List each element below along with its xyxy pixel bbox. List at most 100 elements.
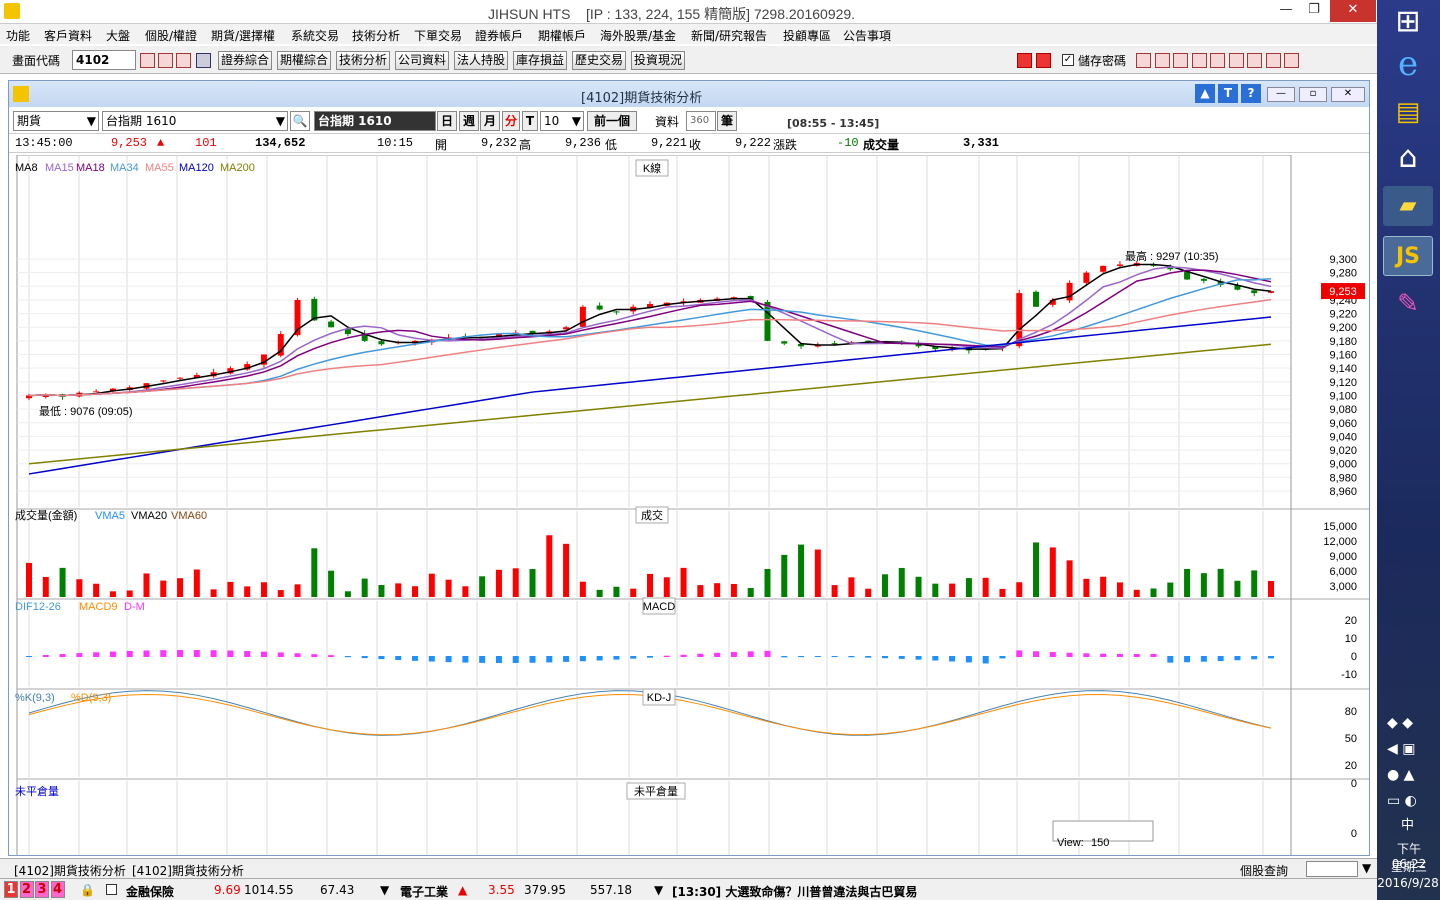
toolbar-button-3[interactable]: 公司資料 bbox=[395, 51, 450, 70]
news-headline[interactable]: [13:30] 大選致命傷？川普曾違法與古巴貿易 bbox=[672, 883, 917, 900]
tab-2[interactable]: [4102]期貨技術分析 bbox=[132, 862, 244, 879]
menu-item-5[interactable]: 系統交易 bbox=[291, 27, 339, 44]
jihsun-app-icon[interactable]: JS bbox=[1383, 236, 1433, 276]
close-button[interactable]: ✕ bbox=[1330, 0, 1376, 22]
menu-item-3[interactable]: 個股/權證 bbox=[145, 27, 197, 44]
period-button-0[interactable]: 日 bbox=[437, 111, 457, 131]
scissors-icon[interactable] bbox=[1265, 53, 1281, 68]
period-button-2[interactable]: 月 bbox=[480, 111, 500, 131]
lock-icon[interactable]: 🔒 bbox=[80, 883, 95, 897]
menu-item-7[interactable]: 下單交易 bbox=[414, 27, 462, 44]
macd-bar bbox=[143, 650, 150, 657]
search-icon[interactable] bbox=[140, 53, 155, 68]
copy-icon[interactable] bbox=[1191, 53, 1207, 68]
candle-body bbox=[596, 305, 603, 310]
minimize-button[interactable]: — bbox=[1272, 0, 1300, 22]
quote-change: 101 bbox=[195, 136, 217, 150]
menu-item-8[interactable]: 證券帳戶 bbox=[475, 27, 523, 44]
inner-close-button[interactable]: ✕ bbox=[1331, 87, 1365, 102]
page-button-4[interactable]: 4 bbox=[50, 881, 65, 898]
dropdown-icon[interactable] bbox=[196, 53, 211, 68]
print-icon[interactable] bbox=[1173, 53, 1188, 68]
template-icon[interactable]: T bbox=[1218, 84, 1238, 103]
code-input[interactable]: 4102 bbox=[72, 50, 136, 70]
home-icon[interactable]: ⌂ bbox=[1383, 138, 1433, 178]
candle-body bbox=[1100, 265, 1107, 272]
file-explorer-icon[interactable]: ▤ bbox=[1383, 92, 1433, 132]
save-password-checkbox[interactable]: ✓ bbox=[1062, 54, 1074, 66]
toolbar-button-1[interactable]: 期權綜合 bbox=[277, 51, 332, 70]
arrow-left-icon[interactable] bbox=[1017, 53, 1032, 68]
up-arrow-icon[interactable]: ▲ bbox=[1195, 84, 1215, 103]
data-count-input[interactable]: 360 bbox=[686, 111, 716, 131]
grid-icon[interactable] bbox=[1228, 53, 1244, 68]
toolbar-button-6[interactable]: 歷史交易 bbox=[572, 51, 627, 70]
export-icon[interactable] bbox=[1284, 53, 1299, 68]
toolbar-button-4[interactable]: 法人持股 bbox=[454, 51, 509, 70]
contract-select[interactable]: 台指期 1610 ▼ bbox=[102, 111, 288, 131]
kd-ytick: 50 bbox=[1345, 733, 1357, 745]
network-icon[interactable]: ● ▲ bbox=[1387, 762, 1431, 788]
ma34-line bbox=[28, 278, 1272, 397]
period-button-4[interactable]: T bbox=[522, 111, 538, 131]
vol-legend-0: 成交量(金額) bbox=[15, 508, 77, 522]
toolbar-button-7[interactable]: 投資現況 bbox=[631, 51, 686, 70]
inner-minimize-button[interactable]: — bbox=[1267, 87, 1295, 102]
page-button-3[interactable]: 3 bbox=[35, 881, 49, 898]
ticker-checkbox[interactable] bbox=[106, 884, 117, 895]
help-icon[interactable]: ? bbox=[1241, 84, 1261, 103]
period-button-3[interactable]: 分 bbox=[502, 111, 520, 131]
internet-explorer-icon[interactable]: e bbox=[1383, 44, 1433, 84]
menu-item-1[interactable]: 客戶資料 bbox=[44, 27, 92, 44]
display-icon[interactable]: ▭ ◐ bbox=[1387, 788, 1431, 814]
high-value: 9,236 bbox=[565, 136, 602, 150]
interval-select[interactable]: 10 ▼ bbox=[540, 111, 584, 131]
prev-button[interactable]: 前一個 bbox=[587, 111, 637, 131]
vol-legend-3: VMA60 bbox=[171, 510, 207, 522]
windows-start-icon[interactable]: ⊞ bbox=[1383, 2, 1433, 42]
tab-1[interactable]: [4102]期貨技術分析 bbox=[14, 862, 126, 879]
menu-item-10[interactable]: 海外股票/基金 bbox=[600, 27, 676, 44]
market-select[interactable]: 期貨 ▼ bbox=[13, 111, 99, 131]
cancel-icon[interactable] bbox=[1154, 53, 1170, 68]
toolbar-button-2[interactable]: 技術分析 bbox=[336, 51, 391, 70]
menu-item-2[interactable]: 大盤 bbox=[106, 27, 130, 44]
inner-restore-button[interactable]: ▫ bbox=[1299, 87, 1327, 102]
menu-item-6[interactable]: 技術分析 bbox=[352, 27, 400, 44]
volume-bar bbox=[714, 583, 721, 597]
page-button-2[interactable]: 2 bbox=[19, 881, 34, 898]
sticky-notes-icon[interactable]: ▰ bbox=[1383, 186, 1433, 226]
stock-query-input[interactable] bbox=[1306, 861, 1358, 877]
macd-bar bbox=[126, 650, 133, 657]
chevron-down-icon[interactable]: ▼ bbox=[654, 883, 663, 897]
paint-icon[interactable]: ✎ bbox=[1383, 284, 1433, 324]
volume-icon[interactable]: ◀ ▣ bbox=[1387, 736, 1431, 762]
restore-button[interactable]: ❐ bbox=[1300, 0, 1328, 22]
menu-item-12[interactable]: 投顧專區 bbox=[783, 27, 831, 44]
print-icon[interactable] bbox=[176, 53, 191, 68]
text-icon[interactable] bbox=[1210, 53, 1225, 68]
pdf-icon[interactable]: ◆ ◆ bbox=[1387, 710, 1431, 736]
menu-item-13[interactable]: 公告事項 bbox=[843, 27, 891, 44]
page-button-1[interactable]: 1 bbox=[4, 881, 18, 898]
clock-weekday: 星期三 bbox=[1390, 860, 1427, 874]
menu-item-11[interactable]: 新聞/研究報告 bbox=[691, 27, 767, 44]
unit-button[interactable]: 筆 bbox=[717, 111, 737, 131]
pen-icon[interactable] bbox=[1136, 53, 1151, 68]
ruler-icon[interactable] bbox=[1247, 53, 1262, 68]
chevron-down-icon[interactable]: ▼ bbox=[380, 883, 389, 897]
toolbar-button-5[interactable]: 庫存損益 bbox=[513, 51, 568, 70]
open-value: 9,232 bbox=[481, 136, 518, 150]
menu-item-4[interactable]: 期貨/選擇權 bbox=[211, 27, 275, 44]
search-icon[interactable]: 🔍 bbox=[290, 111, 310, 131]
chevron-down-icon[interactable]: ▼ bbox=[1362, 861, 1371, 875]
ime-indicator[interactable]: 中 bbox=[1401, 814, 1414, 833]
toolbar-button-0[interactable]: 證券綜合 bbox=[218, 51, 273, 70]
menu-item-9[interactable]: 期權帳戶 bbox=[538, 27, 586, 44]
window-icon[interactable] bbox=[158, 53, 173, 68]
arrow-right-icon[interactable] bbox=[1036, 53, 1051, 68]
volume-bar bbox=[428, 573, 435, 597]
period-button-1[interactable]: 週 bbox=[459, 111, 479, 131]
technical-chart[interactable]: 9,3009,2809,2609,2409,2209,2009,1809,160… bbox=[9, 155, 1369, 855]
menu-item-0[interactable]: 功能 bbox=[6, 27, 30, 44]
